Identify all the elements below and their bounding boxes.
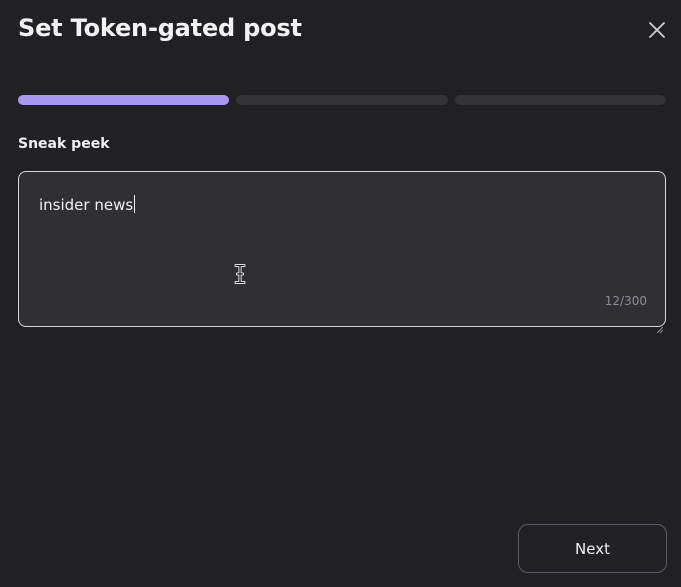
close-icon <box>647 20 667 40</box>
modal-title: Set Token-gated post <box>18 14 302 42</box>
text-caret <box>134 195 136 213</box>
progress-step-1 <box>18 95 230 105</box>
character-count: 12/300 <box>604 294 647 308</box>
next-button[interactable]: Next <box>518 524 667 573</box>
resize-handle-icon[interactable] <box>656 318 664 334</box>
step-progress <box>18 95 666 105</box>
sneak-peek-label: Sneak peek <box>18 136 110 152</box>
sneak-peek-textarea[interactable]: insider news 12/300 <box>18 171 666 334</box>
close-button[interactable] <box>647 20 667 40</box>
progress-step-3 <box>454 95 666 105</box>
sneak-peek-value: insider news <box>39 196 134 214</box>
progress-step-2 <box>236 95 448 105</box>
ibeam-cursor-icon <box>234 264 246 284</box>
token-gated-post-modal: Set Token-gated post Sneak peek insider … <box>0 0 681 587</box>
